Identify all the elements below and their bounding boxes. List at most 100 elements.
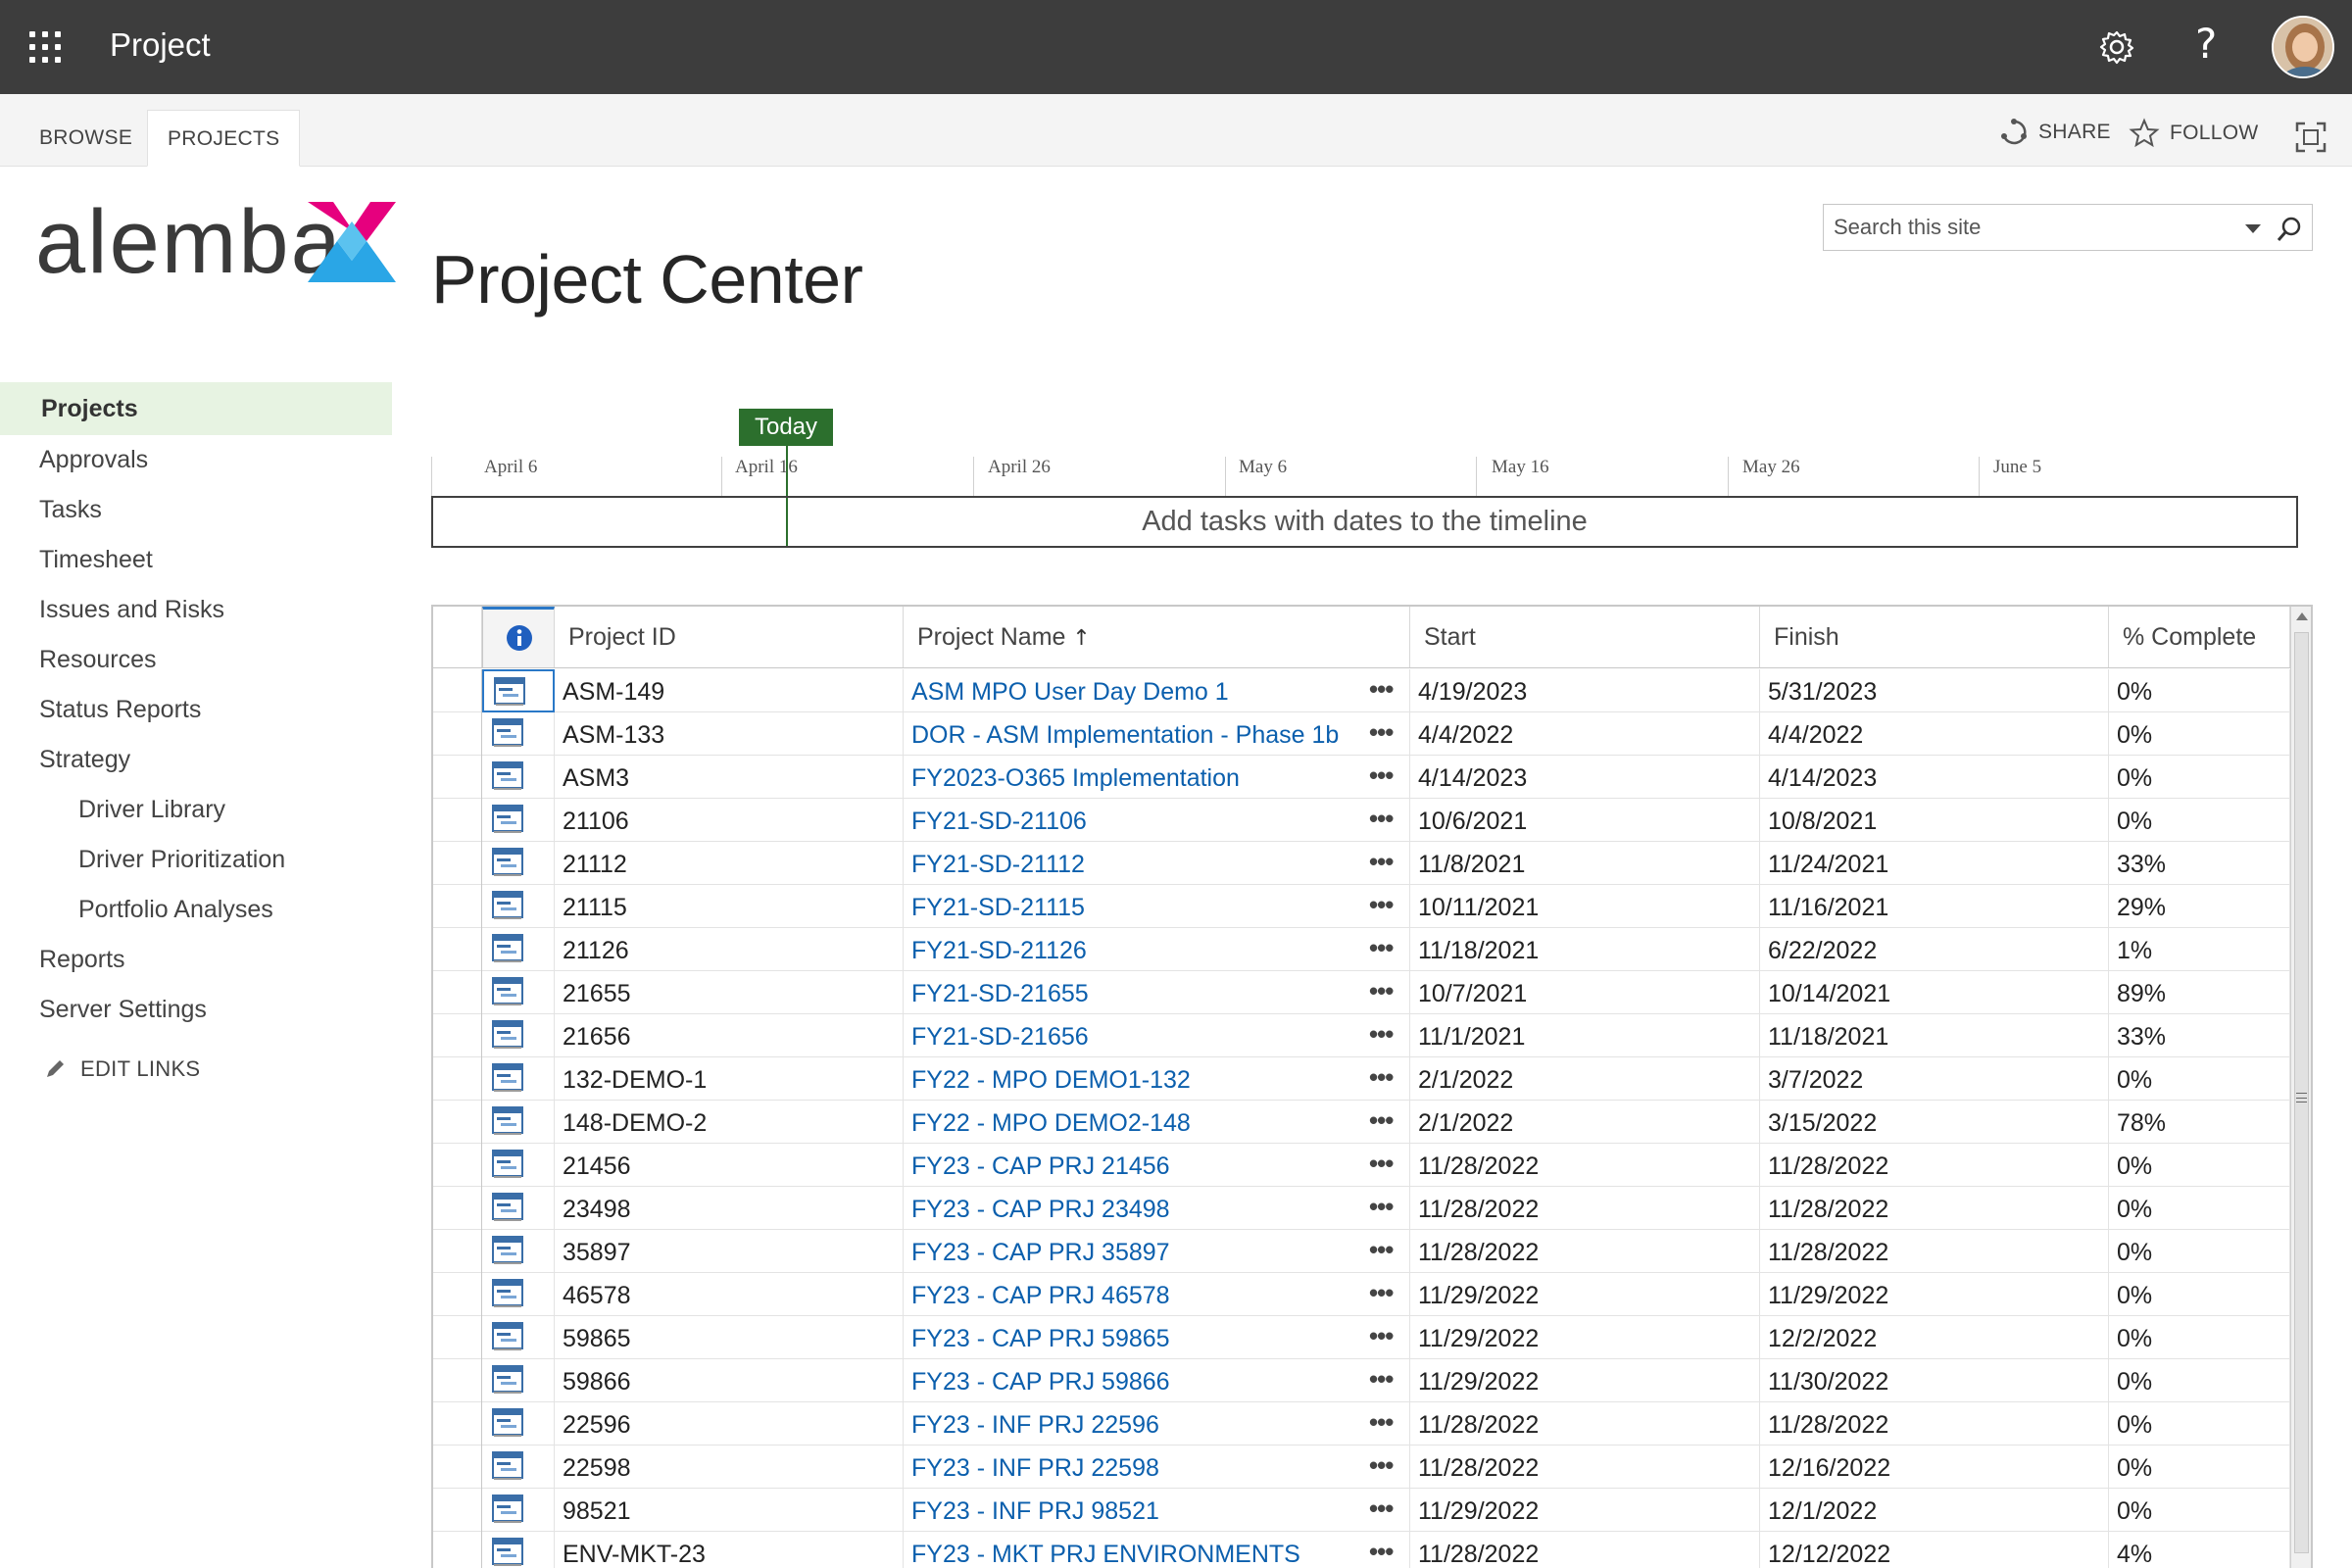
nav-item-tasks[interactable]: Tasks — [0, 485, 392, 535]
row-more-options-icon[interactable]: ••• — [1369, 1489, 1394, 1532]
table-row[interactable]: 21126 FY21-SD-21126 ••• 11/18/2021 6/22/2022… — [433, 928, 2290, 971]
nav-item-driver-library[interactable]: Driver Library — [0, 785, 392, 835]
row-icon-cell[interactable] — [482, 1273, 555, 1316]
cell-project-name-link[interactable]: FY21-SD-21655 — [904, 971, 1410, 1014]
nav-item-issues-and-risks[interactable]: Issues and Risks — [0, 585, 392, 635]
table-row[interactable]: 21106 FY21-SD-21106 ••• 10/6/2021 10/8/2021 0… — [433, 799, 2290, 842]
nav-item-driver-prioritization[interactable]: Driver Prioritization — [0, 835, 392, 885]
project-icon[interactable] — [492, 1451, 523, 1481]
column-header-project-name[interactable]: Project Name ↑ — [904, 607, 1410, 667]
row-icon-cell[interactable] — [482, 1014, 555, 1057]
row-more-options-icon[interactable]: ••• — [1369, 928, 1394, 971]
cell-project-name-link[interactable]: FY21-SD-21106 — [904, 799, 1410, 842]
cell-project-name-link[interactable]: FY23 - CAP PRJ 35897 — [904, 1230, 1410, 1273]
project-icon[interactable] — [492, 1494, 523, 1524]
grid-header-info[interactable] — [482, 607, 555, 667]
project-icon[interactable] — [492, 761, 523, 791]
project-icon[interactable] — [494, 677, 525, 707]
cell-project-name-link[interactable]: FY22 - MPO DEMO2-148 — [904, 1101, 1410, 1144]
gear-icon[interactable] — [2097, 27, 2136, 67]
table-row[interactable]: ASM-149 ASM MPO User Day Demo 1 ••• 4/19/20… — [433, 669, 2290, 712]
cell-project-name-link[interactable]: FY23 - INF PRJ 22598 — [904, 1446, 1410, 1489]
row-selector[interactable] — [433, 1144, 482, 1187]
row-more-options-icon[interactable]: ••• — [1369, 669, 1394, 712]
project-icon[interactable] — [492, 1408, 523, 1438]
column-header-percent-complete[interactable]: % Complete — [2109, 607, 2290, 667]
row-icon-cell[interactable] — [482, 1144, 555, 1187]
row-selector[interactable] — [433, 1187, 482, 1230]
row-selector[interactable] — [433, 1489, 482, 1532]
row-selector[interactable] — [433, 1230, 482, 1273]
share-button[interactable]: SHARE — [1999, 118, 2111, 147]
project-icon[interactable] — [492, 934, 523, 963]
project-icon[interactable] — [492, 1538, 523, 1567]
row-icon-cell[interactable] — [482, 756, 555, 799]
row-icon-cell[interactable] — [482, 669, 555, 712]
project-icon[interactable] — [492, 977, 523, 1006]
nav-item-projects[interactable]: Projects — [0, 382, 392, 435]
row-icon-cell[interactable] — [482, 971, 555, 1014]
row-selector[interactable] — [433, 928, 482, 971]
row-more-options-icon[interactable]: ••• — [1369, 1187, 1394, 1230]
scroll-up-icon[interactable] — [2296, 612, 2308, 620]
column-header-project-id[interactable]: Project ID — [555, 607, 904, 667]
row-more-options-icon[interactable]: ••• — [1369, 885, 1394, 928]
project-icon[interactable] — [492, 1020, 523, 1050]
row-icon-cell[interactable] — [482, 885, 555, 928]
row-more-options-icon[interactable]: ••• — [1369, 756, 1394, 799]
help-icon[interactable]: ? — [2195, 20, 2217, 68]
cell-project-name-link[interactable]: FY22 - MPO DEMO1-132 — [904, 1057, 1410, 1101]
cell-project-name-link[interactable]: FY23 - MKT PRJ ENVIRONMENTS — [904, 1532, 1410, 1568]
row-icon-cell[interactable] — [482, 799, 555, 842]
nav-item-strategy[interactable]: Strategy — [0, 735, 392, 785]
project-icon[interactable] — [492, 1322, 523, 1351]
app-launcher-icon[interactable] — [29, 31, 63, 65]
project-icon[interactable] — [492, 718, 523, 748]
row-selector[interactable] — [433, 669, 482, 712]
table-row[interactable]: 22598 FY23 - INF PRJ 22598 ••• 11/28/2022 12… — [433, 1446, 2290, 1489]
project-icon[interactable] — [492, 1063, 523, 1093]
row-selector[interactable] — [433, 1446, 482, 1489]
nav-item-portfolio-analyses[interactable]: Portfolio Analyses — [0, 885, 392, 935]
nav-item-resources[interactable]: Resources — [0, 635, 392, 685]
table-row[interactable]: 21115 FY21-SD-21115 ••• 10/11/2021 11/16/202… — [433, 885, 2290, 928]
row-selector[interactable] — [433, 1316, 482, 1359]
row-selector[interactable] — [433, 1402, 482, 1446]
cell-project-name-link[interactable]: DOR - ASM Implementation - Phase 1b — [904, 712, 1410, 756]
grid-scrollbar[interactable] — [2290, 607, 2311, 1568]
row-icon-cell[interactable] — [482, 1316, 555, 1359]
cell-project-name-link[interactable]: FY23 - CAP PRJ 59865 — [904, 1316, 1410, 1359]
row-selector[interactable] — [433, 1057, 482, 1101]
nav-item-server-settings[interactable]: Server Settings — [0, 985, 392, 1035]
project-icon[interactable] — [492, 891, 523, 920]
table-row[interactable]: 21655 FY21-SD-21655 ••• 10/7/2021 10/14/2021… — [433, 971, 2290, 1014]
cell-project-name-link[interactable]: FY21-SD-21656 — [904, 1014, 1410, 1057]
project-icon[interactable] — [492, 805, 523, 834]
search-icon[interactable] — [2275, 215, 2304, 244]
row-more-options-icon[interactable]: ••• — [1369, 1273, 1394, 1316]
row-selector[interactable] — [433, 1359, 482, 1402]
row-more-options-icon[interactable]: ••• — [1369, 1532, 1394, 1568]
project-icon[interactable] — [492, 848, 523, 877]
cell-project-name-link[interactable]: FY21-SD-21112 — [904, 842, 1410, 885]
row-selector[interactable] — [433, 712, 482, 756]
row-selector[interactable] — [433, 842, 482, 885]
search-scope-dropdown[interactable] — [2245, 224, 2261, 233]
table-row[interactable]: ENV-MKT-23 FY23 - MKT PRJ ENVIRONMENTS •••… — [433, 1532, 2290, 1568]
edit-links-button[interactable]: EDIT LINKS — [0, 1056, 392, 1082]
row-more-options-icon[interactable]: ••• — [1369, 1359, 1394, 1402]
table-row[interactable]: 98521 FY23 - INF PRJ 98521 ••• 11/29/2022 12… — [433, 1489, 2290, 1532]
table-row[interactable]: ASM-133 DOR - ASM Implementation - Phase … — [433, 712, 2290, 756]
row-more-options-icon[interactable]: ••• — [1369, 1057, 1394, 1101]
row-more-options-icon[interactable]: ••• — [1369, 1316, 1394, 1359]
nav-item-status-reports[interactable]: Status Reports — [0, 685, 392, 735]
row-more-options-icon[interactable]: ••• — [1369, 1230, 1394, 1273]
cell-project-name-link[interactable]: ASM MPO User Day Demo 1 — [904, 669, 1410, 712]
row-icon-cell[interactable] — [482, 1230, 555, 1273]
row-icon-cell[interactable] — [482, 1532, 555, 1568]
row-icon-cell[interactable] — [482, 928, 555, 971]
table-row[interactable]: 59865 FY23 - CAP PRJ 59865 ••• 11/29/2022 12… — [433, 1316, 2290, 1359]
row-icon-cell[interactable] — [482, 1187, 555, 1230]
focus-icon[interactable] — [2295, 122, 2327, 153]
row-icon-cell[interactable] — [482, 1489, 555, 1532]
